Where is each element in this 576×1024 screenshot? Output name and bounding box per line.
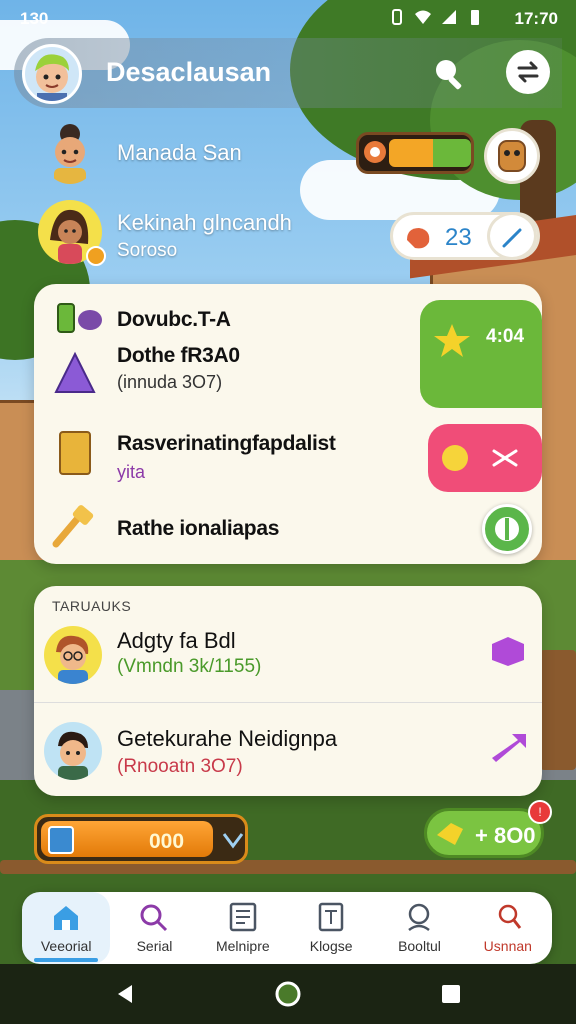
wifi-icon bbox=[415, 10, 431, 24]
avatar-face-icon bbox=[35, 54, 69, 101]
hand-icon bbox=[407, 228, 430, 249]
arrow-icon[interactable] bbox=[488, 730, 528, 764]
leaderboard-panel bbox=[34, 586, 542, 796]
coin-value: 000 bbox=[149, 830, 185, 853]
home-circle-icon[interactable] bbox=[274, 980, 302, 1008]
gift-button[interactable] bbox=[482, 504, 532, 554]
quest-title: Dothe fR3A0 bbox=[117, 344, 240, 367]
vibrate-icon bbox=[392, 9, 402, 25]
battery-icon bbox=[471, 10, 479, 25]
edit-button[interactable] bbox=[487, 212, 537, 260]
player-avatar[interactable] bbox=[44, 626, 102, 684]
energy-icon bbox=[364, 141, 386, 163]
nav-item-list[interactable]: Melnipre bbox=[199, 892, 287, 964]
player-score: (Rnooatn 3O7) bbox=[117, 756, 243, 777]
friend-name: Manada San bbox=[117, 140, 242, 165]
recents-icon[interactable] bbox=[440, 983, 462, 1005]
quest-subtitle: (innuda 3O7) bbox=[117, 372, 223, 392]
nav-item-chat[interactable]: Booltul bbox=[375, 892, 463, 964]
hammer-icon bbox=[52, 505, 94, 548]
verified-badge-icon bbox=[86, 246, 106, 266]
leaderboard-divider bbox=[34, 702, 542, 703]
bottom-nav: Veeorial Serial Melnipre Klogse Booltul … bbox=[22, 892, 552, 964]
app-header: Desaclausan bbox=[14, 38, 562, 108]
pencil-icon bbox=[502, 228, 522, 248]
score-value: 23 bbox=[445, 224, 472, 251]
player-face-icon bbox=[56, 635, 89, 684]
crossed-swords-icon bbox=[492, 449, 518, 467]
expand-icon bbox=[222, 833, 244, 849]
quest-title: Dovubc.T-A bbox=[117, 308, 231, 331]
search-icon bbox=[138, 902, 170, 932]
chest-icon bbox=[48, 826, 74, 854]
nav-label: Klogse bbox=[309, 938, 353, 954]
nav-label: Serial bbox=[136, 938, 173, 954]
page-title: Desaclausan bbox=[106, 57, 272, 87]
nav-label: Veeorial bbox=[40, 938, 92, 954]
leaderboard-header: TARUAUKS bbox=[52, 598, 132, 614]
swap-button[interactable] bbox=[506, 50, 550, 94]
energy-bar-fill-orange bbox=[389, 139, 433, 167]
nav-label: Melnipre bbox=[215, 938, 270, 954]
signal-icon bbox=[442, 10, 456, 24]
player-avatar[interactable] bbox=[44, 722, 102, 780]
status-time-right: 17:70 bbox=[514, 9, 558, 28]
quest-title: Rasverinatingfapdalist bbox=[117, 432, 336, 455]
back-icon[interactable] bbox=[114, 982, 138, 1006]
nav-label: Booltul bbox=[398, 938, 441, 954]
quest-title: Rathe ionaliapas bbox=[117, 517, 280, 540]
crystal-icon bbox=[54, 351, 96, 393]
profile-icon bbox=[492, 902, 524, 932]
energy-bar-fill-green bbox=[433, 139, 471, 167]
status-icons bbox=[388, 8, 484, 26]
chat-icon bbox=[403, 902, 435, 932]
friend-face-icon bbox=[54, 124, 86, 184]
quest-subtitle: yita bbox=[117, 462, 146, 482]
score-pill[interactable]: 23 bbox=[390, 212, 540, 260]
character-button[interactable] bbox=[484, 128, 540, 184]
battle-tab[interactable] bbox=[428, 424, 542, 492]
notification-badge: ! bbox=[528, 800, 552, 824]
cube-icon[interactable] bbox=[488, 634, 528, 668]
player-name: Getekurahe Neidignpa bbox=[117, 726, 338, 751]
reward-value: 4:04 bbox=[486, 326, 525, 347]
player-name: Adgty fa Bdl bbox=[117, 628, 236, 653]
player-score: (Vmndn 3k/1155) bbox=[117, 656, 262, 677]
coin-bar[interactable]: 000 bbox=[34, 814, 248, 864]
friend-status: Soroso bbox=[117, 240, 178, 261]
gift-icon bbox=[495, 517, 519, 541]
energy-bar bbox=[356, 132, 474, 174]
nav-item-document[interactable]: Klogse bbox=[287, 892, 375, 964]
fence bbox=[540, 650, 576, 770]
status-time-left: 130 bbox=[20, 9, 49, 28]
system-nav-bar bbox=[0, 964, 576, 1024]
user-avatar[interactable] bbox=[22, 44, 82, 104]
search-button[interactable] bbox=[428, 52, 472, 96]
search-icon bbox=[436, 60, 462, 90]
mask-icon bbox=[498, 140, 526, 172]
nav-item-search[interactable]: Serial bbox=[110, 892, 198, 964]
list-icon bbox=[227, 902, 259, 932]
trophy-icon bbox=[442, 445, 468, 471]
home-icon bbox=[50, 902, 82, 932]
nav-item-home[interactable]: Veeorial bbox=[22, 892, 111, 964]
nav-label: Usnnan bbox=[483, 938, 532, 954]
star-icon bbox=[434, 324, 470, 357]
friend-avatar[interactable] bbox=[44, 120, 96, 184]
blocks-icon bbox=[57, 303, 102, 333]
document-icon bbox=[315, 902, 347, 932]
friend-name: Kekinah glncandh bbox=[117, 210, 292, 235]
nav-item-profile[interactable]: Usnnan bbox=[464, 892, 552, 964]
swap-icon bbox=[517, 61, 539, 83]
hand-coin-icon bbox=[437, 823, 463, 845]
reward-tab[interactable]: 4:04 bbox=[420, 300, 542, 408]
player-face-icon bbox=[58, 731, 88, 780]
status-bar: 130 17:70 bbox=[0, 0, 576, 38]
scroll-icon bbox=[59, 431, 91, 475]
cash-value: + 8O0 bbox=[475, 823, 536, 848]
cash-pill[interactable]: + 8O0 bbox=[424, 808, 544, 858]
